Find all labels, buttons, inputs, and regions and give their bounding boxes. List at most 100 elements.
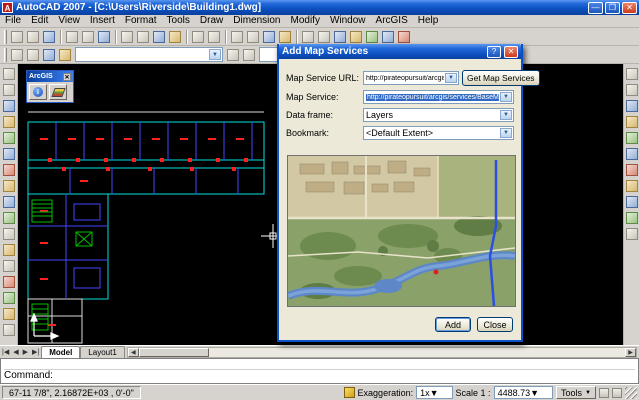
mirror-icon[interactable] [624, 98, 639, 114]
menu-item[interactable]: Insert [85, 15, 120, 27]
polyline-icon[interactable] [1, 98, 17, 114]
chevron-down-icon[interactable]: ▼ [430, 388, 439, 398]
close-icon[interactable]: ✕ [63, 73, 71, 81]
erase-icon[interactable] [624, 66, 639, 82]
menu-item[interactable]: Edit [26, 15, 53, 27]
make-block-icon[interactable] [1, 242, 17, 258]
menu-item[interactable]: Tools [162, 15, 195, 27]
sheet-set-manager-icon[interactable] [348, 29, 364, 45]
gradient-icon[interactable] [1, 290, 17, 306]
tools-dropdown[interactable]: Tools▼ [556, 386, 596, 399]
menu-item[interactable]: Draw [195, 15, 228, 27]
multiline-text-icon[interactable] [1, 322, 17, 338]
tab-nav-button[interactable]: |◀ [0, 348, 11, 356]
zoom-window-icon[interactable] [261, 29, 277, 45]
tab-nav-button[interactable]: ▶ [21, 348, 30, 356]
paste-icon[interactable] [151, 29, 167, 45]
offset-icon[interactable] [624, 114, 639, 130]
menu-item[interactable]: ArcGIS [371, 15, 413, 27]
array-icon[interactable] [624, 130, 639, 146]
data-frame-combo[interactable]: Layers ▼ [363, 108, 514, 122]
explode-icon[interactable] [624, 226, 639, 242]
fillet-icon[interactable] [624, 210, 639, 226]
coordinates-display[interactable]: 67-11 7/8", 2.16872E+03 , 0'-0" [2, 386, 141, 399]
undo-icon[interactable] [190, 29, 206, 45]
scroll-right-icon[interactable]: ▶ [625, 348, 636, 357]
chevron-down-icon[interactable]: ▼ [530, 388, 539, 398]
arc-icon[interactable] [1, 146, 17, 162]
menu-item[interactable]: Dimension [228, 15, 285, 27]
match-properties-icon[interactable] [167, 29, 183, 45]
polygon-icon[interactable] [1, 114, 17, 130]
tool-palettes-icon[interactable] [332, 29, 348, 45]
toolbar-grip[interactable] [4, 48, 7, 62]
chevron-down-icon[interactable]: ▼ [445, 73, 457, 83]
menu-item[interactable]: Modify [286, 15, 325, 27]
color-control-icon[interactable] [225, 47, 241, 63]
qnew-icon[interactable] [9, 29, 25, 45]
redo-icon[interactable] [206, 29, 222, 45]
dialog-titlebar[interactable]: Add Map Services ? ✕ [279, 44, 521, 59]
open-icon[interactable] [25, 29, 41, 45]
map-preview[interactable] [287, 155, 516, 307]
save-icon[interactable] [41, 29, 57, 45]
trim-icon[interactable] [624, 194, 639, 210]
toolbar-lock-icon[interactable] [612, 388, 622, 398]
plot-icon[interactable] [64, 29, 80, 45]
plot-style-icon[interactable] [241, 47, 257, 63]
close-button[interactable]: ✕ [622, 2, 637, 14]
help-button[interactable]: ? [487, 46, 501, 58]
menu-item[interactable]: File [0, 15, 26, 27]
cut-icon[interactable] [119, 29, 135, 45]
chevron-down-icon[interactable]: ▼ [500, 128, 512, 138]
layer-properties-manager-icon[interactable] [9, 47, 25, 63]
scrollbar-thumb[interactable] [139, 348, 209, 357]
horizontal-scrollbar[interactable]: ◀ ▶ [127, 347, 637, 358]
menu-item[interactable]: Window [325, 15, 371, 27]
tab-layout1[interactable]: Layout1 [80, 346, 124, 358]
quickcalc-icon[interactable] [380, 29, 396, 45]
command-window[interactable]: Command: [0, 358, 639, 384]
bookmark-combo[interactable]: <Default Extent> ▼ [363, 126, 514, 140]
make-object-layer-current-icon[interactable] [41, 47, 57, 63]
minimize-button[interactable]: — [588, 2, 603, 14]
rotate-icon[interactable] [624, 162, 639, 178]
map-service-combo[interactable]: http://pirateopursuit/arcgis/services/Ba… [363, 90, 514, 104]
rectangle-icon[interactable] [1, 130, 17, 146]
publish-icon[interactable] [96, 29, 112, 45]
copy-icon[interactable] [135, 29, 151, 45]
pan-icon[interactable] [229, 29, 245, 45]
circle-icon[interactable] [1, 162, 17, 178]
insert-block-icon[interactable] [1, 226, 17, 242]
ellipse-icon[interactable] [1, 210, 17, 226]
scale-input[interactable]: 4488.73 ▼ [494, 386, 553, 399]
menu-item[interactable]: Format [120, 15, 162, 27]
dialog-close-button[interactable]: ✕ [504, 46, 518, 58]
revision-cloud-icon[interactable] [1, 178, 17, 194]
resize-grip[interactable] [625, 387, 637, 399]
dialog-close-action-button[interactable]: Close [477, 317, 513, 332]
chevron-down-icon[interactable]: ▼ [500, 92, 512, 102]
communication-center-icon[interactable] [599, 388, 609, 398]
move-icon[interactable] [624, 146, 639, 162]
tab-nav-button[interactable]: ▶| [30, 348, 41, 356]
zoom-previous-icon[interactable] [277, 29, 293, 45]
command-prompt[interactable]: Command: [4, 370, 635, 382]
menu-item[interactable]: Help [413, 15, 444, 27]
layer-combo[interactable]: ▼ [75, 47, 223, 62]
line-icon[interactable] [1, 66, 17, 82]
add-button[interactable]: Add [435, 317, 471, 332]
map-layers-button[interactable] [49, 84, 67, 100]
toolbar-grip[interactable] [4, 30, 7, 44]
layer-states-icon[interactable] [25, 47, 41, 63]
arcgis-palette-titlebar[interactable]: ArcGIS ✕ [27, 71, 73, 82]
arcgis-palette[interactable]: ArcGIS ✕ i [26, 70, 74, 103]
construction-line-icon[interactable] [1, 82, 17, 98]
restore-button[interactable]: ❐ [605, 2, 620, 14]
exaggeration-combo[interactable]: 1x ▼ [416, 386, 452, 399]
tab-model[interactable]: Model [41, 346, 80, 358]
chevron-down-icon[interactable]: ▼ [209, 49, 221, 60]
hatch-icon[interactable] [1, 274, 17, 290]
chevron-down-icon[interactable]: ▼ [500, 110, 512, 120]
get-map-services-button[interactable]: Get Map Services [462, 70, 540, 86]
